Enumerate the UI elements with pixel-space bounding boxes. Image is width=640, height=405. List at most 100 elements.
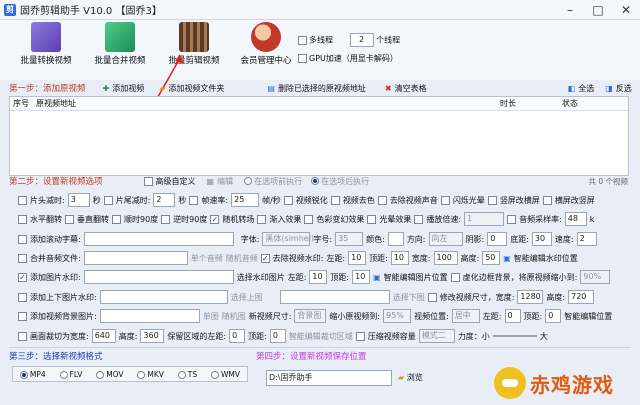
color-contrast-checkbox[interactable] (304, 214, 314, 224)
resize-height-input[interactable]: 720 (568, 290, 595, 304)
img-top-input[interactable]: 10 (352, 270, 371, 284)
bg-img-checkbox[interactable] (18, 311, 27, 321)
smart-crop-button[interactable]: 智能编辑裁切区域 (289, 331, 353, 342)
font-select[interactable]: 黑体(simhei) (262, 232, 314, 246)
bottom-img-input[interactable] (279, 290, 390, 304)
resize-checkbox[interactable] (427, 292, 437, 302)
img-wm-input[interactable] (83, 270, 234, 284)
edit-button[interactable]: 编辑 (217, 176, 233, 187)
sample-rate-input[interactable]: 48 (564, 212, 587, 226)
wm-width-input[interactable]: 100 (433, 251, 458, 265)
merge-audio-input[interactable] (83, 251, 188, 265)
gpu-checkbox[interactable] (298, 54, 307, 63)
strength-slider[interactable] (492, 335, 537, 337)
bottom-input[interactable]: 30 (531, 232, 552, 246)
p2l-checkbox[interactable] (487, 195, 497, 205)
member-center-button[interactable]: 会员管理中心 (232, 22, 300, 66)
speed-checkbox[interactable] (414, 214, 424, 224)
after-radio[interactable] (311, 177, 320, 185)
fps-input[interactable]: 25 (231, 193, 260, 207)
bg-img-input[interactable] (99, 309, 200, 323)
vflip-checkbox[interactable] (65, 214, 74, 224)
bg-top-input[interactable]: 0 (545, 309, 562, 323)
top-img-input[interactable] (99, 290, 228, 304)
add-video-button[interactable]: 添加视频 (112, 83, 144, 94)
decolor-checkbox[interactable] (330, 195, 340, 205)
size-select[interactable]: 35 (335, 232, 364, 246)
format-ts[interactable]: TS (177, 370, 197, 379)
save-path-input[interactable]: D:\固乔助手 (266, 370, 392, 386)
fps-checkbox[interactable] (189, 195, 199, 205)
cw90-checkbox[interactable] (112, 214, 121, 224)
fade-in-checkbox[interactable] (257, 214, 267, 224)
scroll-sub-checkbox[interactable] (18, 234, 27, 244)
scroll-sub-input[interactable] (83, 232, 234, 246)
close-icon[interactable]: ✕ (612, 0, 640, 20)
smart-pos-button[interactable]: 智能编辑位置 (564, 311, 612, 322)
crop-height-input[interactable]: 360 (140, 329, 165, 343)
head-cut-input[interactable]: 3 (67, 193, 90, 207)
crop-top-input[interactable]: 0 (269, 329, 286, 343)
speed-select[interactable]: 1 (464, 212, 505, 226)
l2p-checkbox[interactable] (542, 195, 552, 205)
color-picker[interactable] (387, 232, 404, 246)
format-mkv[interactable]: MKV (137, 370, 164, 379)
minimize-icon[interactable]: – (556, 0, 584, 20)
sample-rate-checkbox[interactable] (507, 214, 517, 224)
random-img-button[interactable]: 随机图 (222, 311, 246, 322)
thread-count-input[interactable]: 2 (349, 33, 374, 47)
random-audio-button[interactable]: 随机音频 (226, 253, 258, 264)
sub-speed-input[interactable]: 2 (576, 232, 597, 246)
single-audio-button[interactable]: 单个音频 (191, 253, 223, 264)
crop-width-input[interactable]: 640 (91, 329, 116, 343)
flash-checkbox[interactable] (440, 195, 450, 205)
tail-cut-input[interactable]: 2 (153, 193, 176, 207)
multithread-checkbox[interactable] (298, 35, 307, 45)
advanced-checkbox[interactable] (143, 176, 153, 186)
remove-audio-checkbox[interactable] (377, 195, 387, 205)
sharpen-checkbox[interactable] (283, 195, 293, 205)
delete-selected-button[interactable]: 删除已选择的原视频地址 (278, 83, 366, 94)
smart-img-button[interactable]: 智能编辑图片位置 (384, 272, 448, 283)
tail-cut-checkbox[interactable] (103, 195, 113, 205)
before-radio[interactable] (244, 177, 253, 185)
wm-left-input[interactable]: 10 (348, 251, 367, 265)
resize-width-input[interactable]: 1280 (517, 290, 544, 304)
light-checkbox[interactable] (367, 214, 377, 224)
pos-select[interactable]: 居中 (451, 309, 480, 323)
select-wm-button[interactable]: 选择水印图片 (237, 272, 285, 283)
smart-wm-button[interactable]: 智能编辑水印位置 (514, 253, 578, 264)
format-wmv[interactable]: WMV (210, 370, 240, 379)
select-top-button[interactable]: 选择上图 (231, 292, 263, 303)
format-mp4[interactable]: MP4 (19, 370, 46, 379)
mode-select[interactable]: 模式二 (418, 329, 455, 343)
crop-left-input[interactable]: 0 (229, 329, 246, 343)
video-table[interactable]: 序号 原视频地址 时长 状态 (9, 96, 629, 176)
crop-checkbox[interactable] (18, 331, 27, 341)
wm-height-input[interactable]: 50 (482, 251, 501, 265)
direction-select[interactable]: 向左 (428, 232, 463, 246)
remove-wm-checkbox[interactable] (260, 253, 270, 263)
format-flv[interactable]: FLV (59, 370, 82, 379)
select-all-button[interactable]: 全选 (578, 83, 594, 94)
merge-audio-checkbox[interactable] (18, 253, 27, 263)
single-img-button[interactable]: 单图 (203, 311, 219, 322)
batch-convert-button[interactable]: 批量转换视频 (12, 22, 80, 66)
compress-checkbox[interactable] (355, 331, 365, 341)
clear-table-button[interactable]: 清空表格 (395, 83, 427, 94)
tb-img-checkbox[interactable] (18, 292, 27, 302)
format-mov[interactable]: MOV (96, 370, 124, 379)
ccw90-checkbox[interactable] (161, 214, 171, 224)
img-wm-checkbox[interactable] (18, 272, 27, 282)
hflip-checkbox[interactable] (18, 214, 27, 224)
wm-top-input[interactable]: 10 (390, 251, 409, 265)
img-left-input[interactable]: 10 (309, 270, 328, 284)
add-folder-button[interactable]: 添加视频文件夹 (168, 83, 224, 94)
select-bottom-button[interactable]: 选择下图 (393, 292, 425, 303)
head-cut-checkbox[interactable] (18, 195, 27, 205)
browse-button[interactable]: ▰ 浏览 (398, 372, 423, 383)
shadow-input[interactable]: 0 (487, 232, 508, 246)
new-size-select[interactable]: 背景图 (294, 309, 327, 323)
invert-button[interactable]: 反选 (616, 83, 632, 94)
bg-left-input[interactable]: 0 (504, 309, 521, 323)
